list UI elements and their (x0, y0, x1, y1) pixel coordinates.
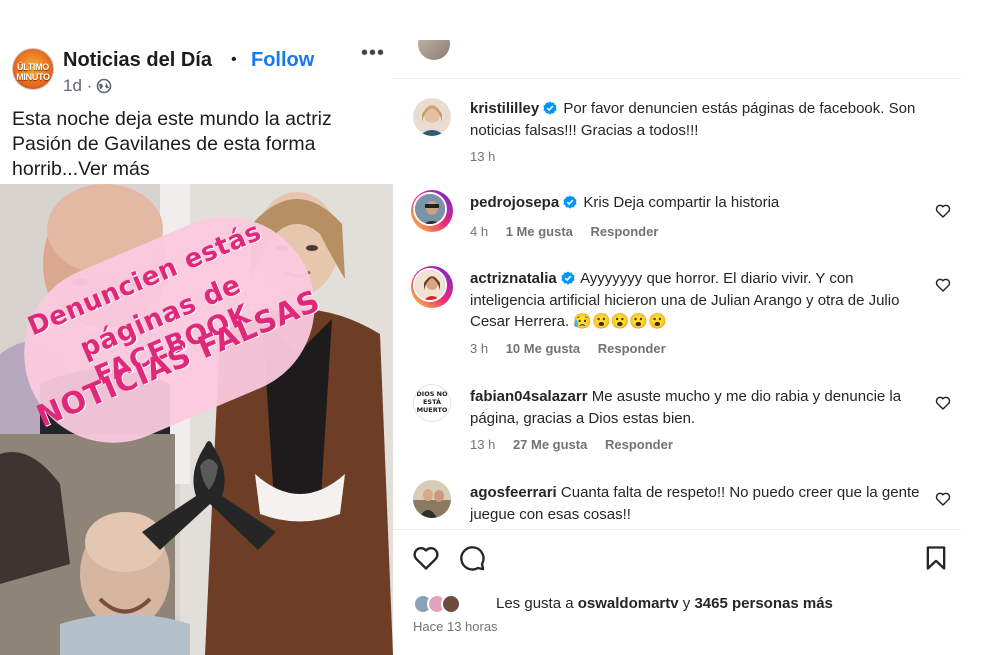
avatar-text: DIOS NO ESTÁ MUERTO (416, 390, 448, 414)
post-text-line: Pasión de Gavilanes de esta forma (12, 133, 316, 155)
heart-icon[interactable] (935, 395, 951, 411)
like-heart-icon[interactable] (412, 544, 440, 572)
comment-text: actriznatalia Ayyyyyyy que horror. El di… (470, 268, 925, 333)
reply-button[interactable]: Responder (605, 437, 673, 452)
comment-time: 3 h (470, 341, 489, 356)
facebook-post-screenshot: ÚLTIMO MINUTO Noticias del Día • Follow … (0, 0, 393, 655)
page-avatar[interactable]: ÚLTIMO MINUTO (12, 48, 54, 90)
verified-badge-icon (543, 101, 557, 115)
post-text-line: Esta noche deja este mundo la actriz (12, 108, 332, 130)
comment-meta: 4 h 1 Me gusta Responder (470, 224, 672, 239)
comment-username[interactable]: fabian04salazarr (470, 388, 588, 405)
avatar[interactable] (413, 98, 451, 136)
reply-button[interactable]: Responder (591, 224, 659, 239)
heart-icon[interactable] (935, 277, 951, 293)
avatar (441, 594, 461, 614)
avatar[interactable]: DIOS NO ESTÁ MUERTO (413, 384, 451, 422)
verified-badge-icon (563, 195, 577, 209)
comment-likes[interactable]: 10 Me gusta (506, 341, 580, 356)
divider (393, 78, 961, 79)
verified-badge-icon (561, 271, 575, 285)
comment-likes[interactable]: 27 Me gusta (513, 437, 587, 452)
post-photo-collage (0, 184, 393, 655)
avatar[interactable] (413, 480, 451, 518)
comment-meta: 13 h 27 Me gusta Responder (470, 437, 687, 452)
heart-icon[interactable] (935, 491, 951, 507)
comment-likes[interactable]: 1 Me gusta (506, 224, 573, 239)
bookmark-icon[interactable] (922, 544, 950, 572)
post-timestamp: Hace 13 horas (413, 619, 498, 634)
reply-button[interactable]: Responder (598, 341, 666, 356)
avatar[interactable] (411, 190, 453, 232)
page-name[interactable]: Noticias del Día (63, 49, 212, 72)
liked-by-user[interactable]: oswaldomartv (578, 595, 679, 612)
comment-text: fabian04salazarr Me asuste mucho y me di… (470, 386, 925, 429)
comment-meta: 13 h (470, 149, 509, 164)
divider (393, 529, 961, 530)
comment-time: 4 h (470, 224, 489, 239)
comment-content: Kris Deja compartir la historia (583, 194, 780, 211)
comments-panel: kristililley Por favor denuncien estás p… (393, 0, 984, 655)
comment-username[interactable]: kristililley (470, 100, 539, 117)
comment-username[interactable]: agosfeerrari (470, 484, 557, 501)
comment-time: 13 h (470, 437, 496, 452)
likes-prefix: Les gusta a (496, 595, 578, 612)
post-text-truncated: horrib... (12, 158, 79, 180)
comment-username[interactable]: actriznatalia (470, 270, 557, 287)
comment-time: 13 h (470, 149, 496, 164)
comment-icon[interactable] (458, 544, 486, 572)
post-text: Esta noche deja este mundo la actriz Pas… (12, 107, 390, 182)
see-more-link[interactable]: Ver más (78, 158, 150, 180)
comment-text: kristililley Por favor denuncien estás p… (470, 98, 925, 141)
comment-text: agosfeerrari Cuanta falta de respeto!! N… (470, 482, 925, 525)
comment-meta: 3 h 10 Me gusta Responder (470, 341, 680, 356)
avatar[interactable] (411, 266, 453, 308)
comment-text: pedrojosepa Kris Deja compartir la histo… (470, 192, 925, 214)
likes-count[interactable]: 3465 personas más (694, 595, 832, 612)
globe-icon (96, 78, 112, 94)
follow-button[interactable]: Follow (251, 49, 314, 72)
post-time: 1d · (63, 76, 93, 95)
separator-dot: • (231, 51, 237, 68)
post-image[interactable]: Denuncien estás páginas de FACEBOOK NOTI… (0, 184, 393, 655)
likes-middle: y (678, 595, 695, 612)
comment-username[interactable]: pedrojosepa (470, 194, 559, 211)
page-avatar-text: ÚLTIMO MINUTO (16, 62, 50, 82)
post-text-line-last: horrib...Ver más (12, 157, 390, 182)
avatar (418, 40, 450, 62)
heart-icon[interactable] (935, 203, 951, 219)
likes-summary: Les gusta a oswaldomartv y 3465 personas… (496, 595, 833, 612)
more-options-icon[interactable]: ••• (361, 42, 385, 65)
